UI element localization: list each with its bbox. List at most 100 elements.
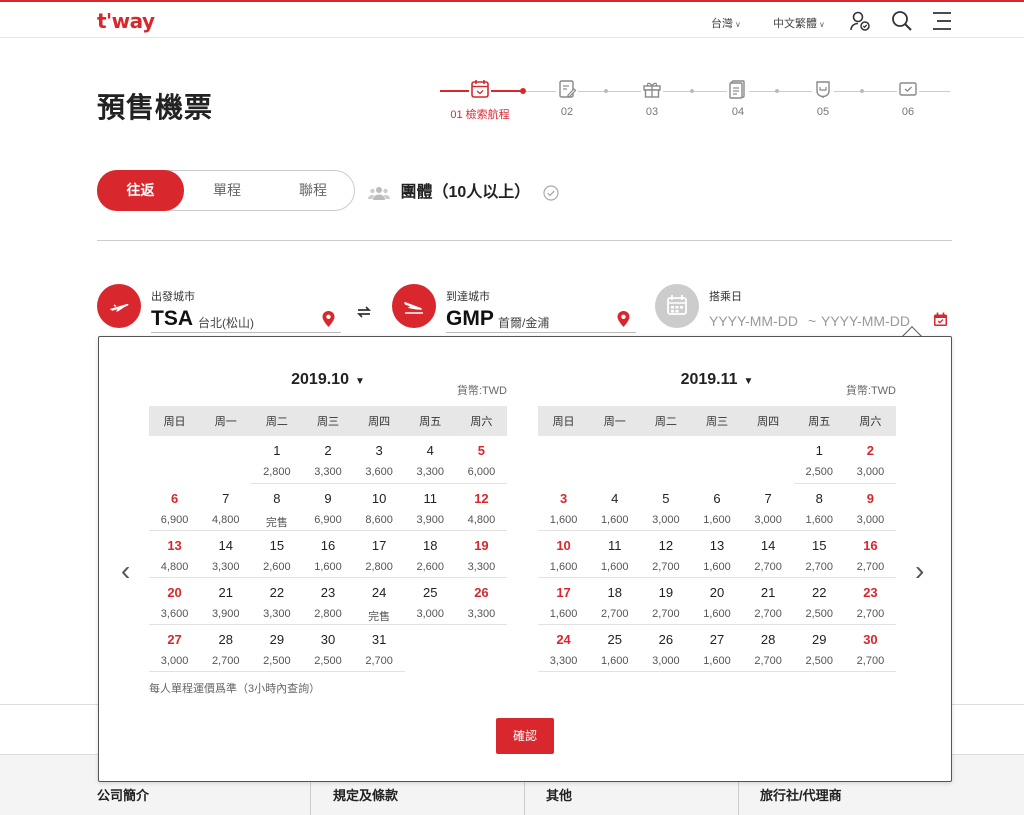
- footer-company[interactable]: 公司簡介: [97, 785, 149, 804]
- calendar-day-cell[interactable]: 15 2,600: [251, 530, 303, 578]
- calendar-day-cell[interactable]: 21 2,700: [742, 577, 794, 625]
- departure-city-name[interactable]: 台北(松山): [198, 314, 254, 331]
- calendar-day-cell[interactable]: 29 2,500: [251, 624, 303, 672]
- calendar-empty-cell: [743, 436, 794, 483]
- calendar-day-cell[interactable]: 21 3,900: [200, 577, 252, 625]
- calendar-day-cell[interactable]: 2 3,000: [844, 436, 896, 484]
- arrival-label: 到達城市: [446, 291, 490, 303]
- menu-icon[interactable]: [931, 10, 953, 32]
- calendar-day-cell[interactable]: 10 1,600: [538, 530, 590, 578]
- footer-agency[interactable]: 旅行社/代理商: [760, 785, 842, 804]
- calendar-day-cell[interactable]: 14 2,700: [742, 530, 794, 578]
- calendar-day-cell[interactable]: 5 3,000: [640, 483, 692, 531]
- location-pin-icon[interactable]: [322, 311, 335, 327]
- calendar-day-cell[interactable]: 6 1,600: [691, 483, 743, 531]
- calendar-day-cell[interactable]: 19 3,300: [455, 530, 507, 578]
- calendar-day-cell[interactable]: 14 3,300: [200, 530, 252, 578]
- calendar-day-cell[interactable]: 23 2,800: [302, 577, 354, 625]
- calendar-day-cell[interactable]: 12 2,700: [640, 530, 692, 578]
- calendar-day-cell[interactable]: 18 2,700: [589, 577, 641, 625]
- calendar-day-cell[interactable]: 9 3,000: [844, 483, 896, 531]
- calendar-day-cell[interactable]: 20 3,600: [149, 577, 201, 625]
- check-circle-icon[interactable]: [543, 185, 559, 201]
- location-pin-icon[interactable]: [617, 311, 630, 327]
- calendar-day-cell[interactable]: 4 3,300: [404, 436, 456, 484]
- day-fare: 1,600: [314, 560, 342, 573]
- calendar-day-cell[interactable]: 28 2,700: [200, 624, 252, 672]
- calendar-day-cell[interactable]: 25 1,600: [589, 624, 641, 672]
- calendar-day-cell[interactable]: 8 完售: [251, 483, 303, 531]
- calendar-day-cell[interactable]: 17 1,600: [538, 577, 590, 625]
- trip-multicity-button[interactable]: 聯程: [270, 171, 356, 210]
- prev-month-arrow-icon[interactable]: ‹: [121, 555, 130, 587]
- calendar-day-cell[interactable]: 17 2,800: [353, 530, 405, 578]
- swap-icon[interactable]: [355, 303, 373, 321]
- calendar-day-cell[interactable]: 31 2,700: [353, 624, 405, 672]
- calendar-day-cell[interactable]: 24 3,300: [538, 624, 590, 672]
- footer-terms[interactable]: 規定及條款: [333, 785, 398, 804]
- language-selector[interactable]: 中文繁體 ∨: [773, 15, 825, 31]
- calendar-day-cell[interactable]: 6 6,900: [149, 483, 201, 531]
- calendar-day-cell[interactable]: 19 2,700: [640, 577, 692, 625]
- calendar-day-cell[interactable]: 10 8,600: [353, 483, 405, 531]
- arrival-city-name[interactable]: 首爾/金浦: [498, 314, 549, 331]
- calendar-day-cell[interactable]: 27 1,600: [691, 624, 743, 672]
- month-title-selector[interactable]: 2019.11 ▼: [538, 371, 896, 389]
- calendar-day-cell[interactable]: 7 3,000: [742, 483, 794, 531]
- calendar-day-cell[interactable]: 20 1,600: [691, 577, 743, 625]
- weekday-header: 周一: [589, 406, 641, 436]
- calendar-day-cell[interactable]: 30 2,500: [302, 624, 354, 672]
- calendar-day-cell[interactable]: 7 4,800: [200, 483, 252, 531]
- calendar-day-cell[interactable]: 29 2,500: [793, 624, 845, 672]
- calendar-day-cell[interactable]: 16 2,700: [844, 530, 896, 578]
- day-number: 21: [218, 584, 233, 600]
- calendar-day-cell[interactable]: 11 1,600: [589, 530, 641, 578]
- month-title-selector[interactable]: 2019.10 ▼: [149, 371, 507, 389]
- group-booking[interactable]: 團體（10人以上）: [368, 178, 559, 202]
- calendar-day-cell[interactable]: 24 完售: [353, 577, 405, 625]
- calendar-day-cell[interactable]: 13 4,800: [149, 530, 201, 578]
- calendar-day-cell[interactable]: 3 3,600: [353, 436, 405, 484]
- calendar-day-cell[interactable]: 3 1,600: [538, 483, 590, 531]
- search-icon[interactable]: [891, 10, 913, 32]
- calendar-day-cell[interactable]: 22 3,300: [251, 577, 303, 625]
- calendar-day-cell[interactable]: 1 2,800: [251, 436, 303, 484]
- calendar-day-cell[interactable]: 11 3,900: [404, 483, 456, 531]
- day-number: 27: [167, 631, 182, 647]
- calendar-day-cell[interactable]: 5 6,000: [455, 436, 507, 484]
- calendar-day-cell[interactable]: 18 2,600: [404, 530, 456, 578]
- calendar-day-cell[interactable]: 1 2,500: [793, 436, 845, 484]
- calendar-empty-cell: [149, 436, 200, 483]
- calendar-day-cell[interactable]: 8 1,600: [793, 483, 845, 531]
- trip-oneway-button[interactable]: 單程: [184, 171, 270, 210]
- calendar-day-cell[interactable]: 26 3,300: [455, 577, 507, 625]
- calendar-day-cell[interactable]: 12 4,800: [455, 483, 507, 531]
- day-fare: 1,600: [600, 654, 629, 667]
- calendar-day-cell[interactable]: 4 1,600: [589, 483, 641, 531]
- date-start-field[interactable]: YYYY-MM-DD: [709, 313, 798, 329]
- calendar-day-cell[interactable]: 16 1,600: [302, 530, 354, 578]
- next-month-arrow-icon[interactable]: ›: [915, 555, 924, 587]
- departure-code[interactable]: TSA: [151, 307, 193, 331]
- calendar-day-cell[interactable]: 26 3,000: [640, 624, 692, 672]
- calendar-day-cell[interactable]: 28 2,700: [742, 624, 794, 672]
- calendar-day-cell[interactable]: 25 3,000: [404, 577, 456, 625]
- region-selector[interactable]: 台灣 ∨: [711, 15, 741, 31]
- calendar-day-cell[interactable]: 22 2,500: [793, 577, 845, 625]
- date-end-field[interactable]: YYYY-MM-DD: [821, 313, 910, 329]
- footer-other[interactable]: 其他: [546, 785, 572, 804]
- calendar-check-icon[interactable]: [933, 312, 948, 327]
- confirm-button[interactable]: 確認: [496, 718, 554, 754]
- calendar-day-cell[interactable]: 27 3,000: [149, 624, 201, 672]
- calendar-day-cell[interactable]: 13 1,600: [691, 530, 743, 578]
- arrival-code[interactable]: GMP: [446, 307, 494, 331]
- user-icon[interactable]: [849, 10, 871, 32]
- calendar-day-cell[interactable]: 15 2,700: [793, 530, 845, 578]
- logo[interactable]: t'way: [97, 9, 155, 33]
- calendar-day-cell[interactable]: 2 3,300: [302, 436, 354, 484]
- trip-round-button[interactable]: 往返: [97, 170, 184, 211]
- day-fare: 2,500: [805, 466, 834, 478]
- calendar-day-cell[interactable]: 9 6,900: [302, 483, 354, 531]
- calendar-day-cell[interactable]: 23 2,700: [844, 577, 896, 625]
- calendar-day-cell[interactable]: 30 2,700: [844, 624, 896, 672]
